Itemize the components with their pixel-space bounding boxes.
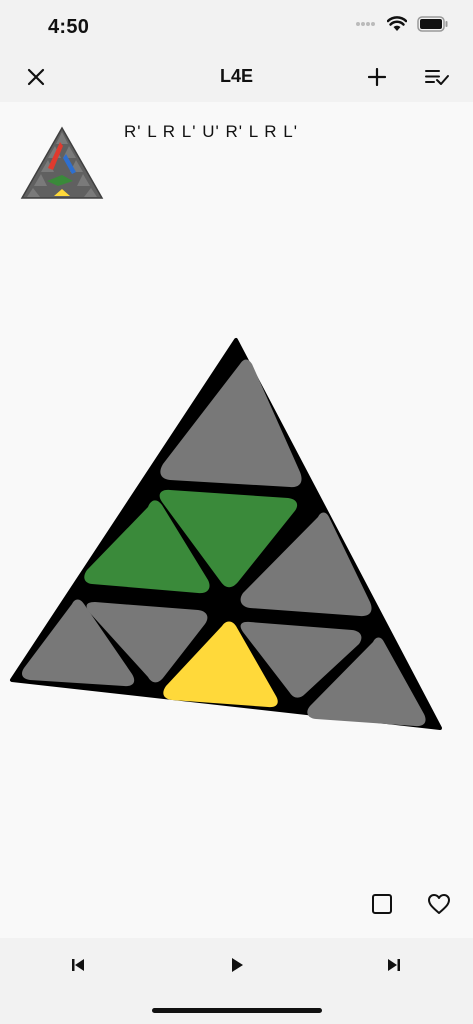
cellular-icon (356, 22, 375, 26)
wifi-icon (387, 16, 407, 31)
case-content: R' L R L' U' R' L R L' (0, 102, 473, 938)
navigation-bar: L4E (0, 52, 473, 102)
status-time: 4:50 (48, 16, 90, 38)
status-bar: 4:50 (0, 0, 473, 52)
list-checkmark-icon (425, 70, 449, 85)
favorite-button[interactable] (425, 890, 453, 918)
plus-icon (368, 68, 386, 86)
heart-icon (428, 894, 450, 914)
add-button[interactable] (362, 62, 392, 92)
play-icon (232, 958, 243, 972)
case-thumbnail (20, 126, 104, 199)
pyraminx-face (10, 338, 442, 730)
skip-back-icon (72, 959, 84, 971)
square-icon (372, 894, 392, 914)
algorithm-text: R' L R L' U' R' L R L' (124, 122, 298, 141)
select-list-button[interactable] (422, 62, 452, 92)
home-indicator (152, 1008, 322, 1013)
status-icons (355, 16, 449, 32)
play-button[interactable] (222, 950, 252, 980)
battery-icon (417, 16, 448, 32)
previous-button[interactable] (63, 950, 93, 980)
select-checkbox[interactable] (368, 890, 396, 918)
page-title: L4E (219, 66, 253, 86)
next-button[interactable] (379, 950, 409, 980)
skip-forward-icon (388, 959, 400, 971)
